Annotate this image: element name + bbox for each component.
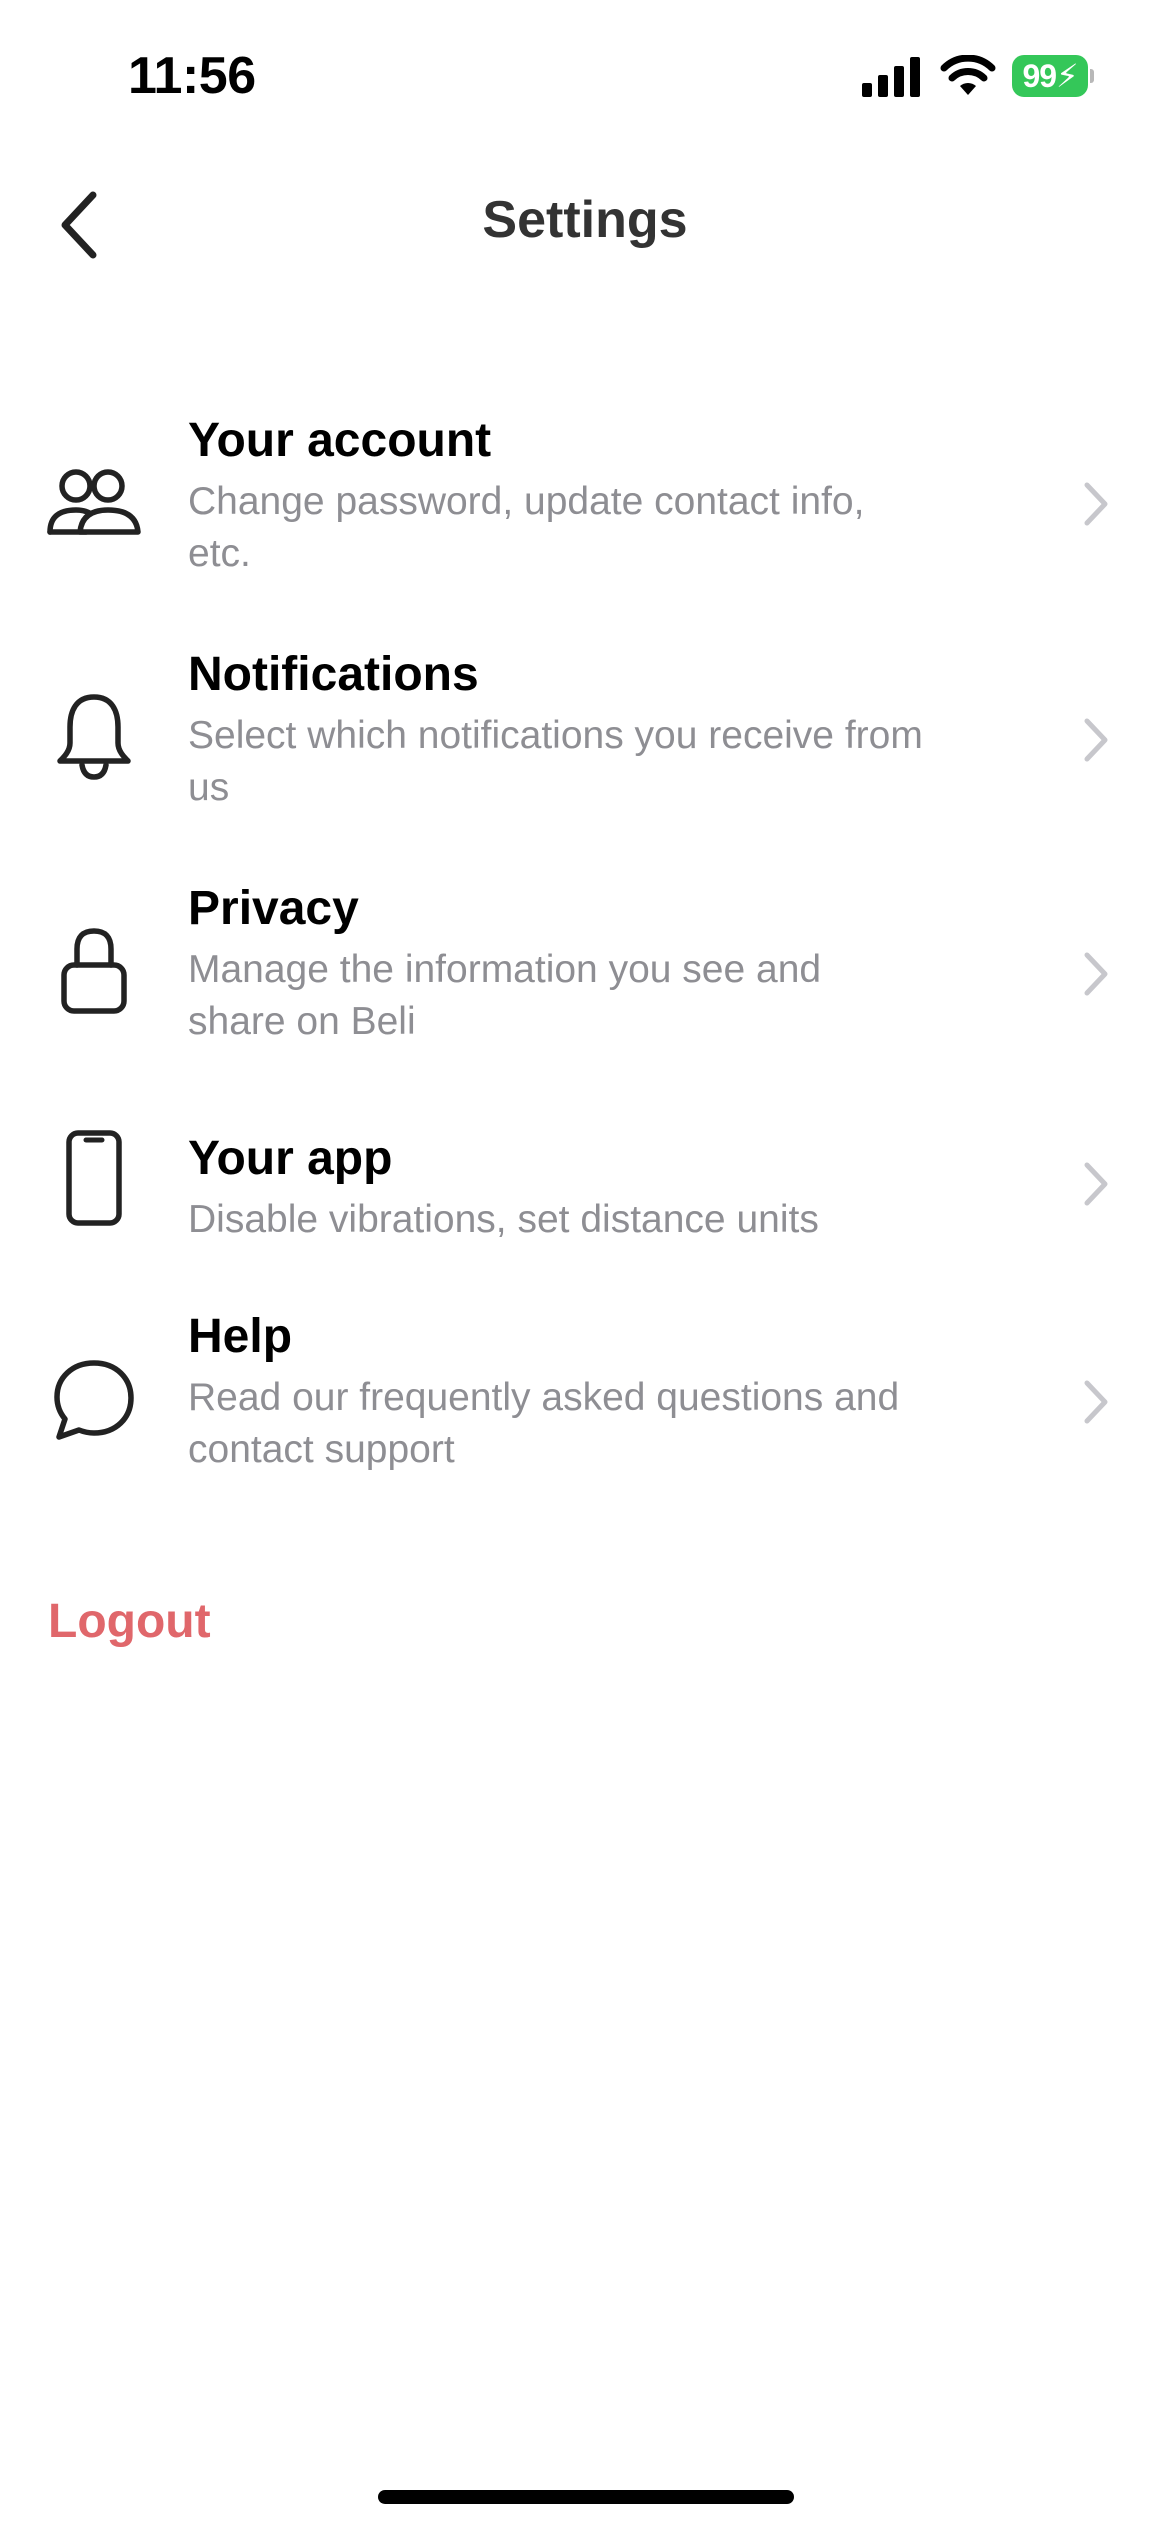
item-subtitle: Change password, update contact info, et… [188, 480, 865, 575]
item-text: Your app Disable vibrations, set distanc… [188, 1128, 928, 1246]
battery-level-text: 99 [1022, 58, 1057, 94]
settings-item-your-app[interactable]: Your app Disable vibrations, set distanc… [0, 1108, 1170, 1278]
item-title: Notifications [188, 648, 479, 701]
chevron-right-icon [1076, 710, 1116, 770]
item-title: Help [188, 1310, 293, 1363]
chevron-right-icon [1076, 1154, 1116, 1214]
item-subtitle: Disable vibrations, set distance units [188, 1198, 819, 1241]
battery-cap [1090, 69, 1094, 83]
chevron-right-icon [1076, 1372, 1116, 1432]
chevron-right-icon [1076, 474, 1116, 534]
item-subtitle: Manage the information you see and share… [188, 948, 822, 1043]
item-title: Privacy [188, 882, 359, 935]
page-title: Settings [482, 191, 688, 249]
chat-bubble-icon [46, 1352, 142, 1448]
lock-icon [46, 922, 142, 1018]
item-text: Privacy Manage the information you see a… [188, 878, 928, 1048]
status-bar: 11:56 99⚡ [0, 0, 1170, 150]
settings-item-notifications[interactable]: Notifications Select which notifications… [0, 638, 1170, 848]
item-title: Your account [188, 414, 492, 467]
battery-level: 99⚡ [1012, 55, 1088, 97]
chevron-right-icon [1076, 944, 1116, 1004]
item-subtitle: Read our frequently asked questions and … [188, 1376, 900, 1471]
item-title: Your app [188, 1132, 393, 1185]
item-subtitle: Select which notifications you receive f… [188, 714, 923, 809]
bell-icon [46, 688, 142, 784]
logout-button[interactable]: Logout [48, 1594, 211, 1649]
wifi-icon [940, 55, 996, 95]
settings-item-your-account[interactable]: Your account Change password, update con… [0, 404, 1170, 614]
people-icon [46, 456, 142, 552]
phone-icon [46, 1130, 142, 1226]
settings-item-help[interactable]: Help Read our frequently asked questions… [0, 1306, 1170, 1516]
battery-icon: 99⚡ [1012, 55, 1094, 97]
home-indicator[interactable] [378, 2490, 794, 2504]
item-text: Your account Change password, update con… [188, 410, 928, 580]
item-text: Help Read our frequently asked questions… [188, 1306, 928, 1476]
settings-item-privacy[interactable]: Privacy Manage the information you see a… [0, 874, 1170, 1084]
charging-bolt-icon: ⚡ [1056, 58, 1078, 94]
item-text: Notifications Select which notifications… [188, 644, 928, 814]
status-time: 11:56 [128, 47, 256, 105]
cellular-signal-icon [862, 57, 920, 97]
